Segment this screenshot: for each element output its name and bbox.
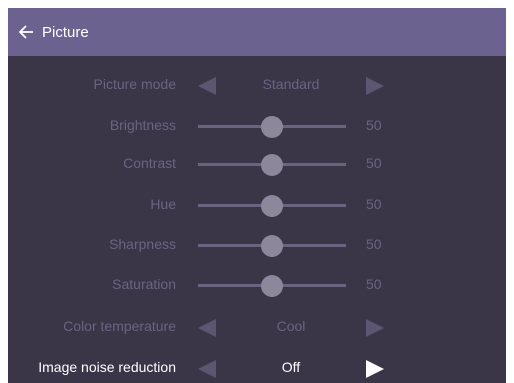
color-temperature-prev-icon[interactable] xyxy=(198,319,216,337)
contrast-slider[interactable] xyxy=(198,154,346,176)
hue-label: Hue xyxy=(150,196,176,212)
color-temperature-label: Color temperature xyxy=(63,318,176,334)
brightness-label: Brightness xyxy=(109,117,176,133)
contrast-row[interactable]: Contrast 50 xyxy=(8,149,506,179)
picture-mode-value: Standard xyxy=(262,76,320,92)
page-title: Picture xyxy=(42,23,89,41)
color-temperature-row[interactable]: Color temperature Cool xyxy=(8,312,506,342)
color-temperature-next-icon[interactable] xyxy=(366,319,384,337)
noise-reduction-value: Off xyxy=(281,359,301,375)
color-temperature-value: Cool xyxy=(276,318,306,334)
brightness-row[interactable]: Brightness 50 xyxy=(8,111,506,141)
hue-slider[interactable] xyxy=(198,195,346,217)
picture-mode-prev-icon[interactable] xyxy=(198,77,216,95)
contrast-label: Contrast xyxy=(123,155,176,171)
noise-reduction-next-icon[interactable] xyxy=(366,360,384,378)
header-bar: Picture xyxy=(8,8,506,56)
picture-mode-label: Picture mode xyxy=(93,76,176,92)
sharpness-slider-thumb[interactable] xyxy=(261,235,283,257)
sharpness-slider[interactable] xyxy=(198,235,346,257)
sharpness-row[interactable]: Sharpness 50 xyxy=(8,230,506,260)
contrast-slider-thumb[interactable] xyxy=(261,154,283,176)
contrast-value: 50 xyxy=(366,155,382,171)
top-strip xyxy=(0,0,514,8)
noise-reduction-row[interactable]: Image noise reduction Off xyxy=(8,353,506,383)
sharpness-value: 50 xyxy=(366,236,382,252)
sharpness-label: Sharpness xyxy=(109,236,176,252)
saturation-slider[interactable] xyxy=(198,275,346,297)
settings-panel: Picture Picture mode Standard Brightness… xyxy=(8,8,506,383)
noise-reduction-prev-icon[interactable] xyxy=(198,360,216,378)
brightness-value: 50 xyxy=(366,117,382,133)
saturation-row[interactable]: Saturation 50 xyxy=(8,270,506,300)
saturation-slider-thumb[interactable] xyxy=(261,275,283,297)
saturation-label: Saturation xyxy=(112,276,176,292)
hue-row[interactable]: Hue 50 xyxy=(8,190,506,220)
back-arrow-icon[interactable] xyxy=(18,24,34,40)
saturation-value: 50 xyxy=(366,276,382,292)
picture-mode-next-icon[interactable] xyxy=(366,77,384,95)
brightness-slider[interactable] xyxy=(198,116,346,138)
brightness-slider-thumb[interactable] xyxy=(261,116,283,138)
hue-value: 50 xyxy=(366,196,382,212)
noise-reduction-label: Image noise reduction xyxy=(38,359,176,375)
picture-mode-row[interactable]: Picture mode Standard xyxy=(8,70,506,100)
hue-slider-thumb[interactable] xyxy=(261,195,283,217)
